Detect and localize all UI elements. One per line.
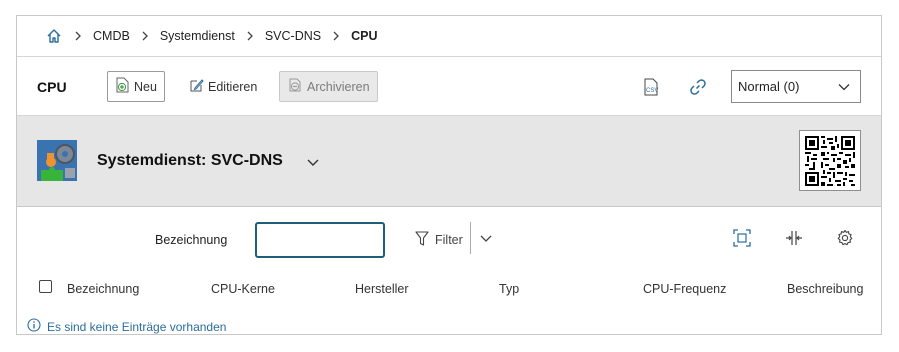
info-icon: [27, 318, 41, 334]
gear-icon[interactable]: [835, 228, 855, 248]
chevron-right-icon: [130, 31, 160, 41]
chevron-down-icon: [838, 79, 850, 94]
new-button-label: Neu: [134, 79, 157, 94]
edit-button-label: Editieren: [208, 79, 258, 94]
chevron-right-icon: [321, 31, 351, 41]
new-button[interactable]: Neu: [107, 71, 165, 102]
view-select-value: Normal (0): [738, 79, 800, 94]
empty-state-text: Es sind keine Einträge vorhanden: [47, 319, 227, 334]
fullscreen-icon[interactable]: [732, 228, 752, 248]
archive-button[interactable]: Archivieren: [279, 71, 378, 102]
toolbar: CPU Neu Editieren Archivieren CSV Normal…: [17, 57, 881, 116]
column-header-bezeichnung[interactable]: Bezeichnung: [67, 282, 139, 296]
breadcrumb-item-cmdb[interactable]: CMDB: [93, 29, 130, 43]
archive-icon: [287, 77, 303, 96]
main-frame: CMDB Systemdienst SVC-DNS CPU CPU Neu Ed…: [16, 15, 882, 335]
empty-state-message: Es sind keine Einträge vorhanden: [27, 318, 227, 334]
filter-button-label: Filter: [435, 233, 463, 247]
breadcrumb-item-current: CPU: [351, 29, 378, 43]
chevron-right-icon: [235, 31, 265, 41]
column-header-cpu-kerne[interactable]: CPU-Kerne: [211, 282, 275, 296]
edit-button[interactable]: Editieren: [182, 71, 264, 102]
view-select[interactable]: Normal (0): [731, 70, 861, 103]
filter-label: Bezeichnung: [155, 233, 228, 247]
column-header-beschreibung[interactable]: Beschreibung: [787, 282, 863, 296]
new-document-icon: [115, 77, 130, 96]
table-header: Bezeichnung CPU-Kerne Hersteller Typ CPU…: [17, 278, 881, 298]
column-resize-icon[interactable]: [784, 228, 804, 248]
breadcrumb: CMDB Systemdienst SVC-DNS CPU: [17, 16, 881, 57]
filter-input[interactable]: [255, 222, 385, 258]
object-title: Systemdienst: SVC-DNS: [97, 152, 283, 169]
breadcrumb-item-svc-dns[interactable]: SVC-DNS: [265, 29, 321, 43]
chevron-down-icon[interactable]: [305, 154, 321, 170]
service-object-icon: [37, 140, 77, 181]
breadcrumb-item-systemdienst[interactable]: Systemdienst: [160, 29, 235, 43]
qr-code[interactable]: [799, 130, 861, 191]
column-header-cpu-frequenz[interactable]: CPU-Frequenz: [643, 282, 726, 296]
select-all-checkbox[interactable]: [39, 280, 52, 293]
filter-icon: [415, 230, 429, 250]
column-header-typ[interactable]: Typ: [499, 282, 519, 296]
edit-icon: [189, 78, 204, 96]
archive-button-label: Archivieren: [307, 79, 370, 94]
svg-text:CSV: CSV: [646, 88, 658, 94]
filter-divider: [470, 222, 471, 254]
filter-button[interactable]: Filter: [415, 229, 463, 251]
object-header: Systemdienst: SVC-DNS: [17, 116, 881, 207]
column-header-hersteller[interactable]: Hersteller: [355, 282, 409, 296]
csv-export-icon[interactable]: CSV: [638, 74, 664, 100]
home-icon[interactable]: [45, 27, 63, 45]
page-title: CPU: [37, 79, 67, 95]
link-icon[interactable]: [685, 74, 711, 100]
chevron-right-icon: [63, 31, 93, 41]
chevron-down-icon[interactable]: [478, 230, 494, 246]
